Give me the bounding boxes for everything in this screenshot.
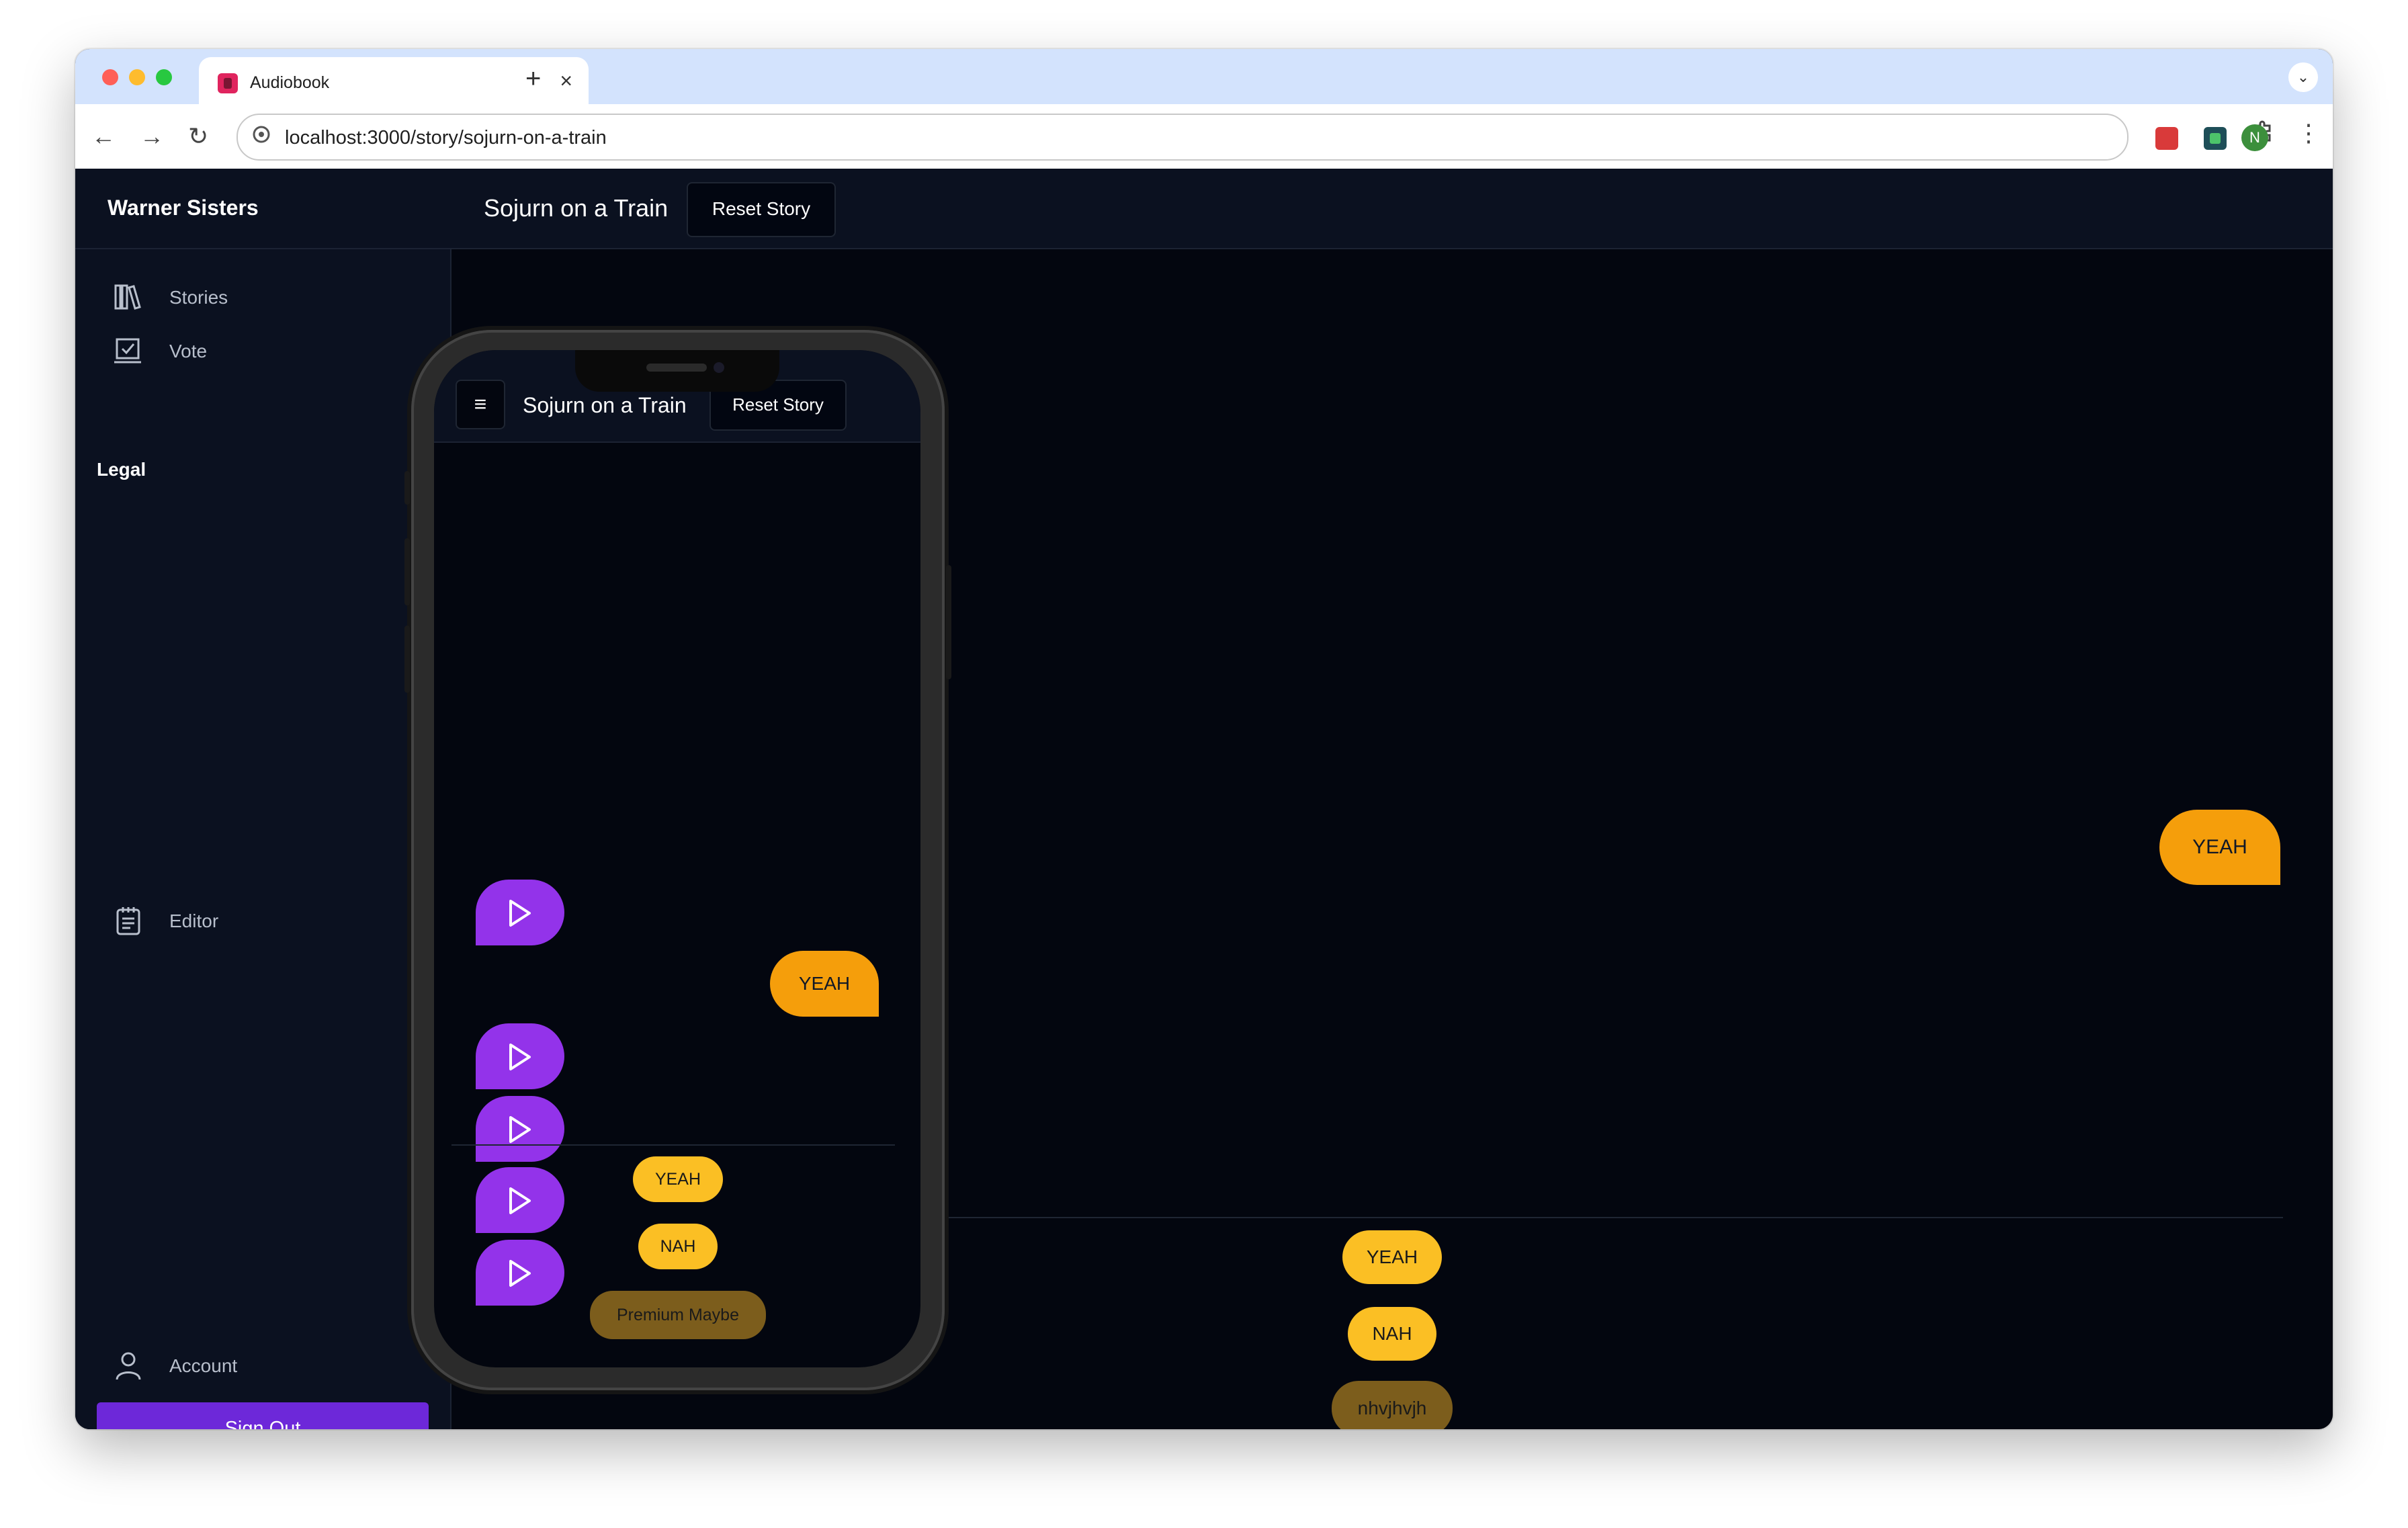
new-tab-button[interactable]: + — [525, 58, 541, 99]
notepad-icon — [116, 907, 140, 935]
phone-power-button — [946, 565, 951, 679]
choice-nah-button[interactable]: NAH — [1348, 1307, 1436, 1361]
extension-red-icon[interactable] — [2155, 127, 2178, 150]
legal-heading: Legal — [97, 459, 146, 480]
brand-name: Warner Sisters — [108, 196, 259, 220]
audio-play-bubble[interactable] — [476, 1240, 564, 1306]
sidebar-item-label: Vote — [169, 341, 208, 362]
site-info-icon[interactable] — [251, 124, 271, 150]
speaker-grille — [646, 364, 707, 372]
play-icon — [509, 1187, 531, 1214]
audio-play-bubble[interactable] — [476, 1023, 564, 1089]
phone-choice-nah-button[interactable]: NAH — [638, 1224, 718, 1269]
story-header: Sojurn on a Train Reset Story — [450, 169, 2333, 249]
phone-notch — [575, 350, 779, 392]
user-reply-bubble: YEAH — [2159, 810, 2280, 885]
phone-mute-switch — [404, 471, 410, 505]
phone-choice-yeah-button[interactable]: YEAH — [633, 1156, 723, 1202]
choice-yeah-button[interactable]: YEAH — [1342, 1230, 1442, 1284]
phone-volume-up — [404, 538, 410, 605]
minimize-window-button[interactable] — [129, 69, 145, 85]
tab-search-chevron-icon[interactable]: ⌄ — [2288, 62, 2318, 92]
browser-menu-icon[interactable]: ⋮ — [2296, 119, 2321, 147]
close-window-button[interactable] — [102, 69, 118, 85]
browser-toolbar: ← → ↻ localhost:3000/story/sojurn-on-a-t… — [75, 104, 2333, 169]
profile-avatar[interactable]: N — [2241, 124, 2268, 151]
url-text[interactable]: localhost:3000/story/sojurn-on-a-train — [285, 127, 607, 149]
choices-divider — [869, 1217, 2283, 1218]
front-camera-icon — [714, 362, 724, 373]
hamburger-menu-icon[interactable]: ≡ — [456, 380, 505, 429]
phone-volume-down — [404, 626, 410, 693]
play-icon — [509, 1116, 531, 1143]
tab-strip: Audiobook × + ⌄ — [75, 49, 2333, 104]
favicon-icon — [218, 73, 238, 93]
phone-choices-divider — [452, 1144, 895, 1146]
browser-window: Audiobook × + ⌄ ← → ↻ localhost:3000/sto… — [75, 49, 2333, 1429]
phone-premium-choice-button[interactable]: Premium Maybe — [590, 1291, 766, 1339]
play-icon — [509, 900, 531, 927]
reset-story-button[interactable]: Reset Story — [687, 182, 836, 237]
premium-choice-button[interactable]: nhvjhvjh — [1332, 1381, 1453, 1429]
vote-box-icon — [114, 338, 141, 364]
library-icon — [114, 284, 141, 310]
play-icon — [509, 1044, 531, 1070]
audio-play-bubble[interactable] — [476, 1096, 564, 1162]
phone-user-reply-bubble: YEAH — [770, 951, 879, 1017]
audio-play-bubble[interactable] — [476, 880, 564, 945]
sidebar-divider — [75, 248, 450, 249]
sidebar: Warner Sisters Stories Vote Legal Editor… — [75, 169, 452, 1429]
extension-download-icon[interactable] — [2204, 127, 2227, 150]
address-bar[interactable]: localhost:3000/story/sojurn-on-a-train — [236, 114, 2128, 161]
sidebar-item-label: Account — [169, 1355, 238, 1376]
reload-icon[interactable]: ↻ — [188, 122, 208, 151]
phone-preview: ≡ Sojurn on a Train Reset Story YEAH YEA… — [404, 330, 951, 1390]
forward-arrow-icon[interactable]: → — [140, 122, 164, 151]
tab-close-icon[interactable]: × — [560, 68, 572, 93]
sidebar-item-label: Stories — [169, 287, 228, 308]
story-title: Sojurn on a Train — [484, 194, 669, 222]
audio-play-bubble[interactable] — [476, 1167, 564, 1233]
phone-story-title: Sojurn on a Train — [523, 393, 687, 417]
back-arrow-icon[interactable]: ← — [91, 122, 116, 151]
user-icon — [116, 1352, 141, 1380]
tab-title: Audiobook — [250, 73, 330, 92]
play-icon — [509, 1260, 531, 1287]
sidebar-item-label: Editor — [169, 910, 219, 931]
maximize-window-button[interactable] — [156, 69, 172, 85]
sign-out-button[interactable]: Sign Out — [97, 1402, 429, 1429]
phone-screen: ≡ Sojurn on a Train Reset Story YEAH YEA… — [434, 350, 920, 1367]
